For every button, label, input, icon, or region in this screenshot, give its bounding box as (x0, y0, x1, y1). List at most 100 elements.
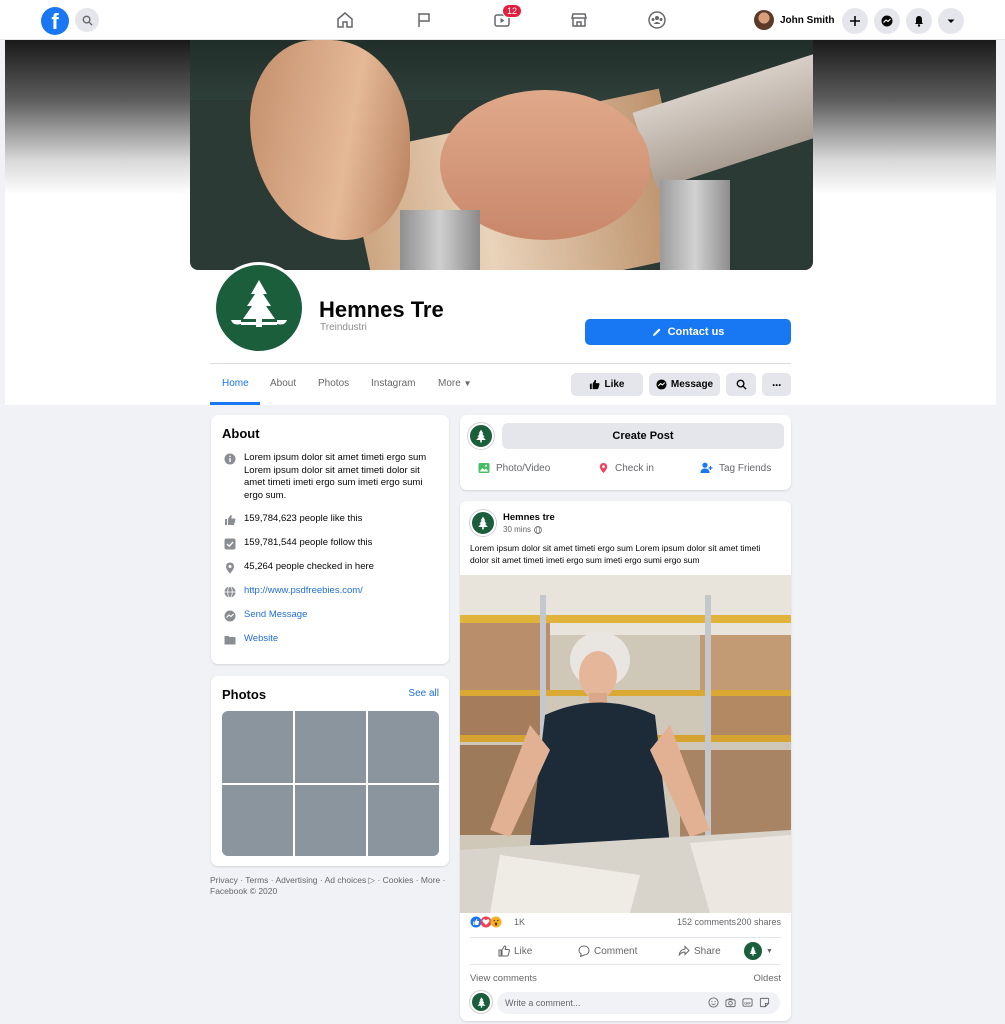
header-divider (210, 363, 791, 364)
marketplace-nav-icon[interactable] (567, 8, 591, 32)
like-page-button[interactable]: Like (571, 373, 643, 396)
message-page-button[interactable]: Message (649, 373, 720, 396)
ellipsis-icon: ··· (772, 377, 782, 392)
contact-us-label: Contact us (667, 326, 725, 338)
account-menu-button[interactable] (938, 8, 964, 34)
comment-input[interactable]: Write a comment... GIF (497, 992, 780, 1014)
groups-nav-icon[interactable] (645, 8, 669, 32)
pages-flag-nav-icon[interactable] (412, 8, 436, 32)
post-comment-button[interactable]: Comment (578, 945, 637, 957)
footer-links[interactable]: Privacy · Terms · Advertising · Ad choic… (210, 875, 450, 897)
see-all-photos-link[interactable]: See all (408, 688, 439, 699)
page-category: Treindustri (320, 322, 367, 333)
post-time-label: 30 mins (503, 525, 532, 534)
send-message-row: Send Message (223, 609, 307, 622)
post-image[interactable] (460, 575, 791, 913)
watch-nav-icon[interactable]: 12 (490, 4, 523, 32)
more-options-button[interactable]: ··· (762, 373, 791, 396)
search-icon (82, 15, 93, 26)
reactions-icons[interactable] (470, 916, 502, 928)
notifications-button[interactable] (906, 8, 932, 34)
view-comments-link[interactable]: View comments (470, 973, 537, 984)
page-title: Hemnes Tre (319, 297, 444, 322)
emoji-icon[interactable] (708, 997, 719, 1008)
search-button[interactable] (75, 8, 99, 32)
plus-icon (850, 16, 860, 26)
messenger-icon (881, 15, 893, 27)
post-as-selector[interactable]: ▼ (744, 942, 773, 960)
tab-about[interactable]: About (270, 378, 296, 389)
message-page-label: Message (670, 379, 714, 390)
post-author-avatar[interactable] (470, 510, 496, 536)
create-post-button[interactable]: Create Post (502, 423, 784, 449)
tree-logo-icon (744, 942, 762, 960)
gif-icon[interactable]: GIF (742, 997, 753, 1008)
shares-count[interactable]: 200 shares (736, 917, 781, 927)
photo-thumbnail[interactable] (295, 711, 366, 783)
post-like-button[interactable]: Like (498, 945, 532, 957)
follows-count: 159,781,544 people follow this (244, 537, 373, 548)
tree-logo-icon (216, 265, 302, 351)
pencil-icon (652, 328, 661, 336)
create-button[interactable] (842, 8, 868, 34)
tag-friends-label: Tag Friends (719, 462, 772, 474)
check-in-label: Check in (615, 462, 654, 474)
comments-count[interactable]: 152 comments (677, 917, 736, 927)
photo-thumbnail[interactable] (222, 711, 293, 783)
post-author-name[interactable]: Hemnes tre (503, 512, 555, 523)
tab-photos[interactable]: Photos (318, 378, 349, 389)
reactions-count[interactable]: 1K (514, 917, 525, 927)
camera-icon[interactable] (725, 997, 736, 1008)
active-tab-indicator (210, 402, 260, 405)
tab-instagram[interactable]: Instagram (371, 378, 415, 389)
sticker-icon[interactable] (759, 997, 770, 1008)
website-link[interactable]: Website (244, 633, 278, 646)
photo-video-label: Photo/Video (496, 462, 551, 474)
location-pin-icon (223, 561, 236, 574)
search-page-button[interactable] (726, 373, 756, 396)
folder-icon (223, 633, 236, 646)
messenger-button[interactable] (874, 8, 900, 34)
user-profile-chip[interactable]: John Smith (754, 8, 834, 32)
warehouse-photo (460, 575, 791, 913)
website-row: Website (223, 633, 278, 646)
page-avatar-small (468, 423, 494, 449)
watch-notification-badge: 12 (502, 4, 523, 18)
tag-friends-button[interactable]: Tag Friends (700, 462, 771, 474)
post-card: Hemnes tre 30 mins Lorem ipsum dolor sit… (460, 501, 791, 1021)
create-post-card: Create Post Photo/Video Check in Tag Fri… (460, 415, 791, 490)
tab-home[interactable]: Home (222, 378, 249, 389)
photos-title: Photos (222, 687, 267, 702)
post-actions-bar: Like Comment Share ▼ (470, 937, 781, 965)
photo-thumbnail[interactable] (368, 784, 439, 856)
photo-thumbnail[interactable] (368, 711, 439, 783)
photo-video-button[interactable]: Photo/Video (478, 462, 550, 474)
home-nav-icon[interactable] (333, 8, 357, 32)
check-in-button[interactable]: Check in (598, 462, 654, 474)
wow-reaction-icon (490, 916, 502, 928)
cover-photo[interactable] (190, 40, 813, 270)
send-message-link[interactable]: Send Message (244, 609, 307, 622)
tab-more[interactable]: More ▼ (438, 378, 472, 389)
photo-thumbnail[interactable] (222, 784, 293, 856)
website-url-link[interactable]: http://www.psdfreebies.com/ (244, 585, 363, 598)
sort-comments-oldest[interactable]: Oldest (754, 973, 781, 984)
info-icon (223, 452, 236, 465)
thumbs-up-icon (223, 513, 236, 526)
thumbs-up-icon (498, 945, 510, 957)
follow-check-icon (223, 537, 236, 550)
about-description: Lorem ipsum dolor sit amet timeti ergo s… (244, 452, 427, 501)
globe-icon (223, 585, 236, 598)
tree-logo-icon (477, 996, 485, 1008)
about-description-row: Lorem ipsum dolor sit amet timeti ergo s… (223, 452, 438, 502)
bell-icon (915, 16, 923, 27)
photo-thumbnail[interactable] (295, 784, 366, 856)
post-timestamp[interactable]: 30 mins (503, 525, 542, 534)
messenger-icon (656, 379, 667, 390)
contact-us-button[interactable]: Contact us (585, 319, 791, 345)
page-profile-picture[interactable] (213, 262, 305, 354)
post-share-button[interactable]: Share (678, 945, 721, 957)
facebook-logo-icon[interactable]: f (41, 7, 69, 35)
caret-down-icon (947, 19, 955, 23)
tab-more-label: More (438, 378, 461, 389)
